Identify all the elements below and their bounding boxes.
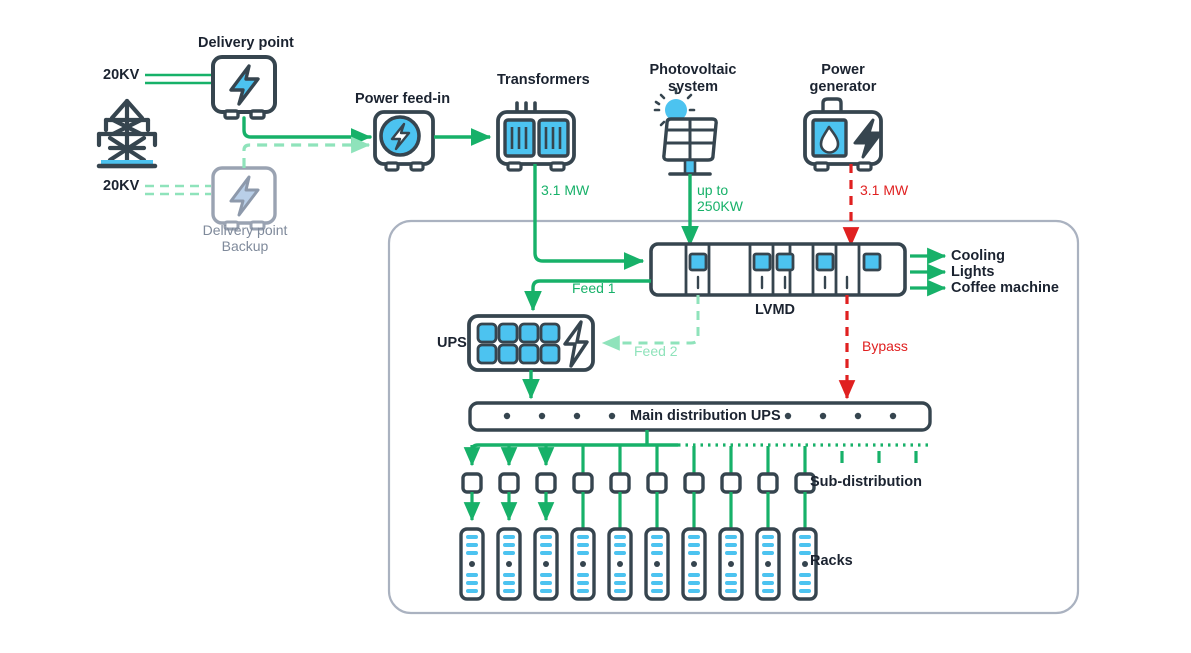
diagram-canvas: 20KV 20KV Delivery point Delivery point … bbox=[0, 0, 1191, 653]
link-delivery-to-feedin bbox=[242, 116, 372, 146]
label-main-distribution-ups: Main distribution UPS bbox=[630, 408, 781, 424]
transformers-icon bbox=[496, 101, 576, 172]
label-lvmd-output-lights: Lights bbox=[951, 264, 995, 280]
label-racks: Racks bbox=[810, 553, 853, 569]
label-delivery-point-backup: Delivery point Backup bbox=[202, 222, 288, 255]
label-lvmd: LVMD bbox=[755, 302, 796, 318]
racks[interactable] bbox=[459, 527, 818, 601]
label-transformers: Transformers bbox=[497, 72, 590, 88]
ups-unit-icon[interactable] bbox=[467, 314, 595, 372]
label-flow-generator-output: 3.1 MW bbox=[860, 182, 909, 198]
transmission-tower-icon bbox=[96, 98, 158, 169]
power-generator-icon bbox=[803, 97, 883, 172]
label-flow-bypass: Bypass bbox=[862, 338, 908, 354]
power-feed-in-icon bbox=[373, 110, 435, 172]
label-ups: UPS bbox=[437, 335, 467, 351]
label-photovoltaic-system: Photovoltaic system bbox=[649, 62, 737, 95]
delivery-point-icon bbox=[211, 55, 277, 120]
label-flow-transformer-output: 3.1 MW bbox=[541, 182, 590, 198]
sub-distribution-boxes[interactable] bbox=[461, 472, 816, 494]
label-lvmd-output-coffee-machine: Coffee machine bbox=[951, 280, 1059, 296]
label-power-feed-in: Power feed-in bbox=[355, 91, 451, 107]
link-feed2-lvmd-to-ups bbox=[601, 295, 700, 351]
label-hv-backup: 20KV bbox=[103, 178, 140, 194]
lvmd-output-arrows bbox=[910, 247, 947, 297]
sub-distribution-drops bbox=[463, 445, 918, 473]
lvmd-panel-body[interactable] bbox=[649, 242, 907, 297]
label-flow-feed-2: Feed 2 bbox=[634, 343, 678, 359]
delivery-point-backup-icon bbox=[211, 166, 277, 231]
link-backup-to-feedin bbox=[242, 136, 371, 168]
label-power-generator: Power generator bbox=[809, 62, 877, 95]
hv-line-backup bbox=[145, 184, 211, 196]
link-transformers-to-lvmd bbox=[533, 164, 645, 270]
label-delivery-point: Delivery point bbox=[198, 35, 294, 51]
label-sub-distribution: Sub-distribution bbox=[810, 474, 922, 490]
rack-drops bbox=[463, 492, 807, 528]
photovoltaic-system-icon bbox=[653, 87, 718, 176]
label-flow-pv-output: up to 250KW bbox=[697, 182, 743, 215]
label-hv-primary: 20KV bbox=[103, 67, 140, 83]
hv-line-primary bbox=[145, 73, 212, 85]
label-flow-feed-1: Feed 1 bbox=[572, 280, 616, 296]
power-distribution-diagram bbox=[96, 55, 1080, 615]
label-lvmd-output-cooling: Cooling bbox=[951, 248, 1005, 264]
